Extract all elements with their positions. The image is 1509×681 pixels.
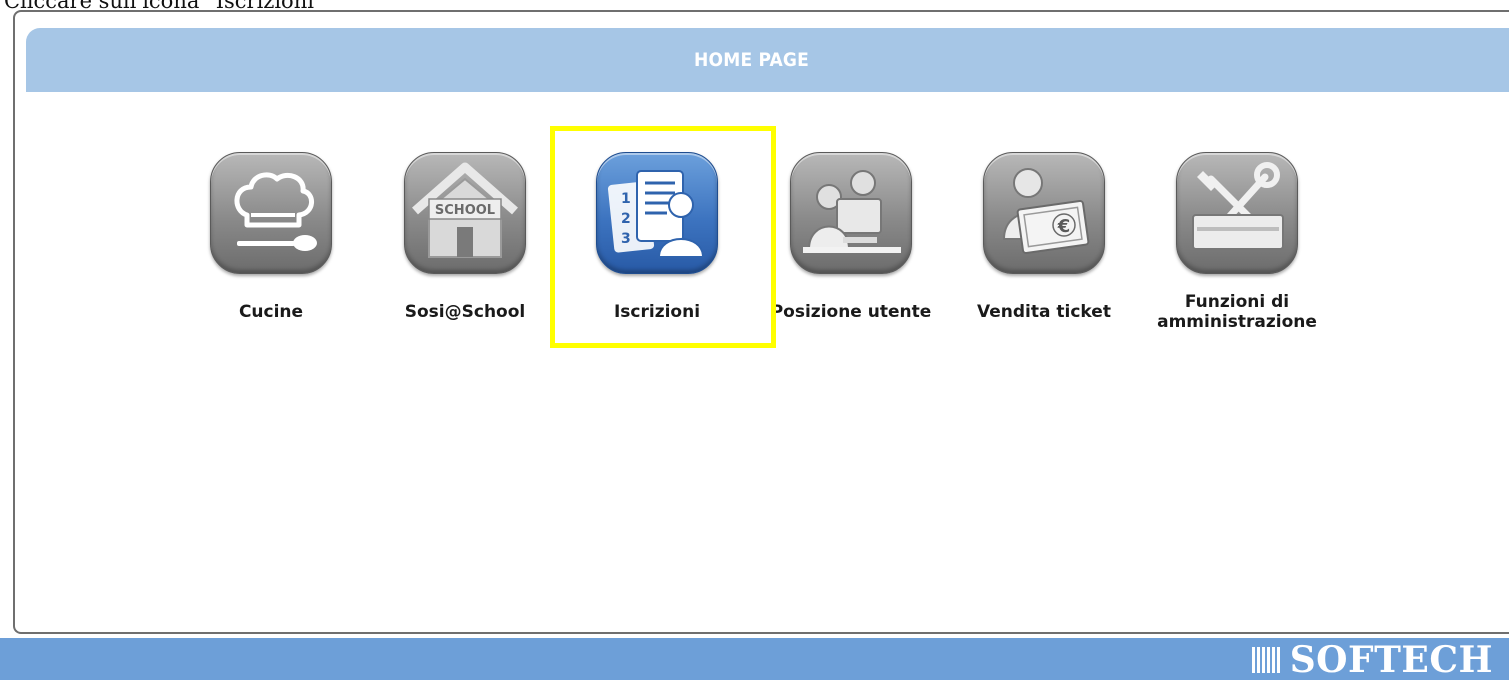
tile-label-line2: amministrazione xyxy=(1157,312,1317,332)
euro-symbol-text: € xyxy=(1057,216,1071,237)
softech-logo: SOFTECH xyxy=(1251,639,1493,681)
tile-label: Cucine xyxy=(238,302,304,322)
tile-posizione-utente[interactable]: Posizione utente xyxy=(751,150,951,350)
tile-funzioni-amministrazione[interactable]: Funzioni di amministrazione xyxy=(1137,150,1337,350)
brand-bars-icon xyxy=(1251,647,1282,673)
ticket-sale-euro-icon: € xyxy=(983,152,1105,274)
enrollment-list-icon: 1 2 3 xyxy=(596,152,718,274)
svg-text:3: 3 xyxy=(621,231,631,247)
users-at-computer-icon xyxy=(790,152,912,274)
school-sign-text: SCHOOL xyxy=(435,203,495,218)
tile-label: Vendita ticket xyxy=(977,302,1111,322)
tools-toolbox-icon xyxy=(1176,152,1298,274)
chef-hat-icon xyxy=(210,152,332,274)
page-header: HOME PAGE xyxy=(26,28,1509,92)
page-title: HOME PAGE xyxy=(694,49,809,71)
brand-text: SOFTECH xyxy=(1289,639,1493,681)
footer-bar: SOFTECH xyxy=(0,638,1509,681)
tile-iscrizioni[interactable]: 1 2 3 Iscrizioni xyxy=(557,150,757,350)
tile-label: Posizione utente xyxy=(770,302,932,322)
svg-text:2: 2 xyxy=(621,211,631,227)
tile-label: Sosi@School xyxy=(404,302,526,322)
svg-text:1: 1 xyxy=(621,191,631,207)
tile-label: Iscrizioni xyxy=(613,302,701,322)
tile-cucine[interactable]: Cucine xyxy=(171,150,371,350)
tile-sosi-school[interactable]: SCHOOL Sosi@School xyxy=(365,150,565,350)
school-house-icon: SCHOOL xyxy=(404,152,526,274)
tile-vendita-ticket[interactable]: € Vendita ticket xyxy=(944,150,1144,350)
tile-label: Funzioni di amministrazione xyxy=(1137,292,1337,332)
tile-label-line1: Funzioni di xyxy=(1184,292,1290,312)
